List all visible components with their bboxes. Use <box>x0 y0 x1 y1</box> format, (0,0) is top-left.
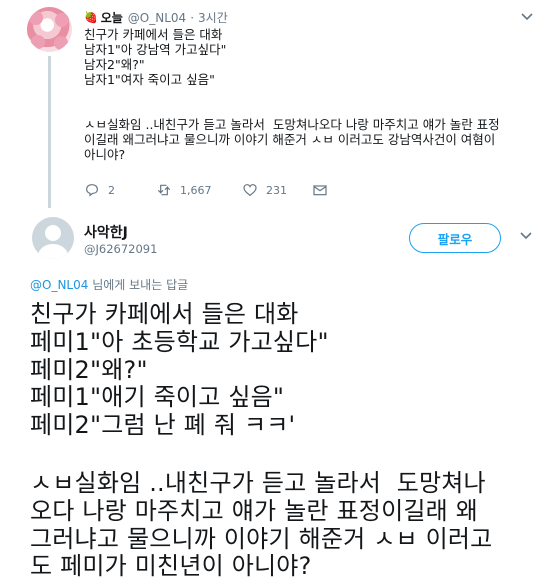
separator: · <box>190 10 195 25</box>
display-name[interactable]: 오늘 <box>101 9 123 26</box>
reply-count: 2 <box>108 183 115 197</box>
reply-context-text: 님에게 보내는 답글 <box>88 278 189 292</box>
tweet-line: 페미1"아 초등학교 가고싶다" <box>30 327 329 356</box>
tweet-actions: 2 1,667 231 <box>84 182 336 198</box>
user-handle[interactable]: @J62672091 <box>84 242 157 256</box>
envelope-icon <box>313 185 327 196</box>
tweet-line: 남자1"여자 죽이고 싶음" <box>84 72 215 87</box>
tweet-line: 남자2"왜?" <box>84 57 145 72</box>
avatar[interactable] <box>32 217 74 259</box>
retweet-count: 1,667 <box>180 183 212 197</box>
avatar[interactable] <box>27 7 72 52</box>
tweet-line: ㅅㅂ실화임 ..내친구가 듣고 놀라서 도망쳐나 <box>30 468 486 497</box>
heart-icon <box>243 184 257 197</box>
timestamp[interactable]: 3시간 <box>198 9 228 26</box>
reply-icon <box>86 184 98 197</box>
chevron-down-icon[interactable] <box>521 10 533 25</box>
display-name[interactable]: 사악한J <box>84 222 128 242</box>
direct-message-button[interactable] <box>312 182 336 198</box>
reply-context: @O_NL04 님에게 보내는 답글 <box>30 276 188 293</box>
tweet-line: 남자1"아 강남역 가고싶다" <box>84 42 227 57</box>
tweet-line: 친구가 카페에서 들은 대화 <box>84 27 223 42</box>
tweet-line: 페미1"애기 죽이고 싶음" <box>30 383 285 412</box>
strawberry-icon: 🍓 <box>84 11 98 24</box>
like-button[interactable]: 231 <box>242 182 312 198</box>
tweet-text: 친구가 카페에서 들은 대화 남자1"아 강남역 가고싶다" 남자2"왜?" 남… <box>84 27 544 162</box>
tweet-line: 오다 나랑 마주치고 얘가 놀란 표정이길래 왜 <box>30 496 479 525</box>
tweet-line: 친구가 카페에서 들은 대화 <box>30 300 299 328</box>
reply-button[interactable]: 2 <box>84 182 156 198</box>
parent-tweet: 🍓 오늘 @O_NL04 · 3시간 친구가 카페에서 들은 대화 남자1"아 … <box>0 0 560 208</box>
chevron-down-icon[interactable] <box>520 229 532 244</box>
user-handle[interactable]: @O_NL04 <box>128 11 186 25</box>
tweet-line: 도 페미가 미친년이 아니야? <box>30 552 312 581</box>
thread-connector <box>48 56 51 208</box>
tweet-line <box>84 87 544 117</box>
tweet-line: 아니야? <box>84 147 126 162</box>
tweet-line: 페미2"그럼 난 폐 줘 ㅋㅋ' <box>30 411 296 440</box>
reply-mention-link[interactable]: @O_NL04 <box>30 278 88 292</box>
tweet-header: 🍓 오늘 @O_NL04 · 3시간 <box>84 9 228 26</box>
like-count: 231 <box>266 183 287 197</box>
follow-button[interactable]: 팔로우 <box>409 223 501 253</box>
tweet-line: ㅅㅂ실화임 ..내친구가 듣고 놀라서 도망쳐나오다 나랑 마주치고 얘가 놀란… <box>84 117 500 132</box>
tweet-line: 페미2"왜?" <box>30 355 148 384</box>
tweet-line: 그러냐고 물으니까 이야기 해준거 ㅅㅂ 이러고 <box>30 524 493 553</box>
retweet-icon <box>158 184 170 196</box>
tweet-text: 친구가 카페에서 들은 대화 페미1"아 초등학교 가고싶다" 페미2"왜?" … <box>30 300 550 581</box>
retweet-button[interactable]: 1,667 <box>156 182 242 198</box>
tweet-line: 이길래 왜그러냐고 물으니까 이야기 해준거 ㅅㅂ 이러고도 강남역사건이 여혐… <box>84 132 496 147</box>
